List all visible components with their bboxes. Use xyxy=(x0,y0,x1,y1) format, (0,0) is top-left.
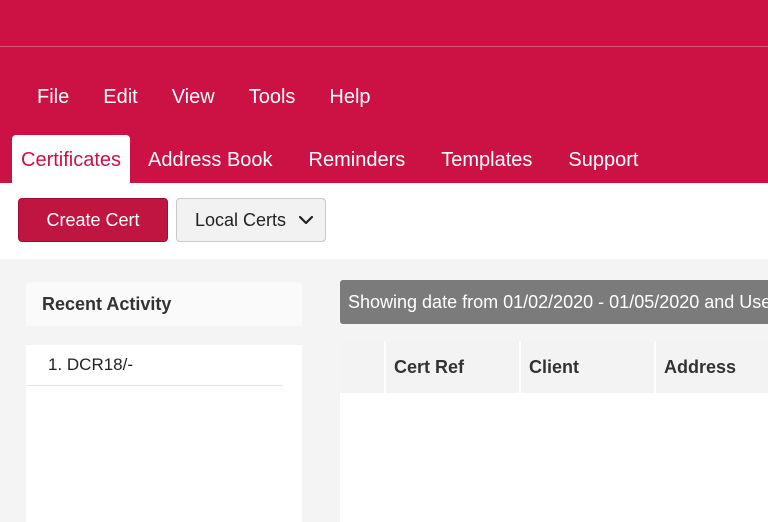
menu-tools[interactable]: Tools xyxy=(232,84,313,110)
menu-help[interactable]: Help xyxy=(312,84,387,110)
recent-activity-title: Recent Activity xyxy=(26,282,302,326)
menu-edit[interactable]: Edit xyxy=(86,84,154,110)
tab-templates[interactable]: Templates xyxy=(423,135,550,183)
title-bar xyxy=(0,0,768,47)
create-cert-button[interactable]: Create Cert xyxy=(18,198,168,242)
tab-address-book[interactable]: Address Book xyxy=(130,135,291,183)
cert-source-select[interactable]: Local Certs xyxy=(176,198,326,242)
column-header-cert-ref[interactable]: Cert Ref xyxy=(386,341,521,393)
recent-activity-list: 1. DCR18/- xyxy=(26,345,302,522)
column-header-address[interactable]: Address xyxy=(656,341,768,393)
main-tabs: Certificates Address Book Reminders Temp… xyxy=(12,135,656,183)
date-filter-banner: Showing date from 01/02/2020 - 01/05/202… xyxy=(340,280,768,324)
column-header-client[interactable]: Client xyxy=(521,341,656,393)
recent-activity-panel: Recent Activity 1. DCR18/- xyxy=(26,282,302,522)
list-item[interactable]: 1. DCR18/- xyxy=(26,345,282,386)
table-header: Cert Ref Client Address xyxy=(340,341,768,393)
app-header: File Edit View Tools Help Certificates A… xyxy=(0,47,768,183)
cert-source-value: Local Certs xyxy=(195,209,287,230)
menu-file[interactable]: File xyxy=(20,84,86,110)
tab-certificates[interactable]: Certificates xyxy=(12,135,131,183)
toolbar: Create Cert Local Certs xyxy=(0,183,768,259)
column-header-select[interactable] xyxy=(340,341,386,393)
tab-reminders[interactable]: Reminders xyxy=(291,135,424,183)
tab-support[interactable]: Support xyxy=(550,135,656,183)
chevron-down-icon xyxy=(298,215,314,225)
menu-bar: File Edit View Tools Help xyxy=(20,84,388,110)
menu-view[interactable]: View xyxy=(155,84,232,110)
certificates-table: Cert Ref Client Address xyxy=(340,341,768,522)
